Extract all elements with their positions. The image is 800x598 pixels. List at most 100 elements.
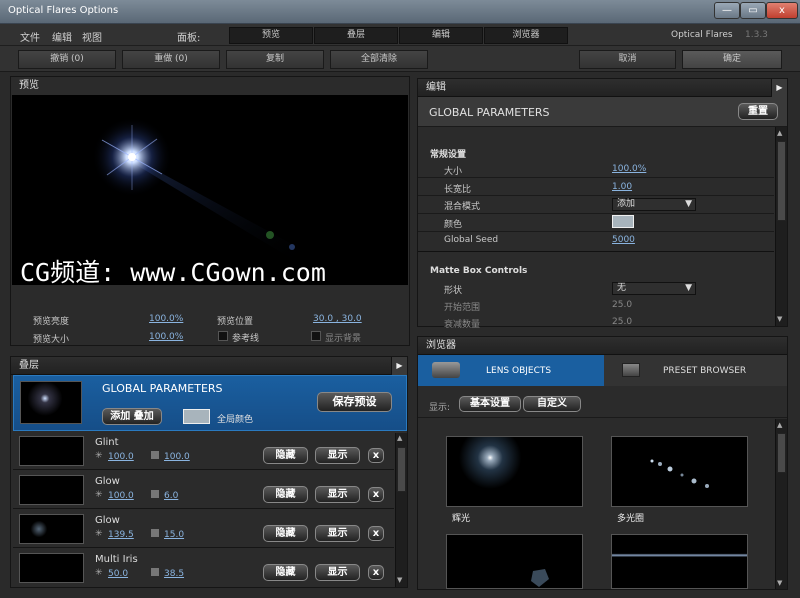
streak-preset-thumbnail[interactable]: [611, 534, 748, 589]
editor-panel: 编辑 ▶ GLOBAL PARAMETERS 重置 ▲ ▼ 常规设置 大小 100…: [417, 78, 788, 330]
menu-view[interactable]: 视图: [82, 29, 102, 44]
remove-layer-button[interactable]: x: [368, 487, 384, 502]
panel-tab-preview[interactable]: 预览: [229, 27, 313, 44]
layer-scale[interactable]: 100.0: [164, 452, 190, 462]
global-color-swatch[interactable]: [183, 409, 210, 424]
polygon-graphic: [531, 569, 549, 587]
layer-scale[interactable]: 38.5: [164, 569, 184, 579]
layer-thumbnail: [19, 475, 84, 505]
blend-toggle-button[interactable]: 添加 叠加: [102, 408, 162, 425]
show-button[interactable]: 显示: [315, 486, 360, 503]
scroll-up-icon[interactable]: ▲: [397, 434, 402, 442]
browser-scrollbar[interactable]: ▲ ▼: [775, 419, 787, 589]
panel-tab-browser[interactable]: 浏览器: [484, 27, 568, 44]
shape-label: 形状: [444, 286, 463, 296]
aspect-value[interactable]: 1.00: [612, 182, 632, 192]
global-seed-value[interactable]: 5000: [612, 235, 635, 245]
scale-icon: [151, 529, 159, 537]
basic-settings-button[interactable]: 基本设置: [459, 396, 521, 412]
chevron-down-icon: ▼: [685, 199, 692, 209]
color-swatch[interactable]: [612, 215, 634, 228]
layer-brightness[interactable]: 100.0: [108, 491, 134, 501]
save-preset-button[interactable]: 保存预设: [317, 392, 392, 412]
preview-viewport[interactable]: CG频道: www.CGown.com: [12, 95, 408, 285]
reset-button[interactable]: 重置: [738, 103, 778, 120]
reference-label: 参考线: [232, 334, 260, 344]
browser-scroll-thumb[interactable]: [777, 433, 786, 473]
cancel-button[interactable]: 取消: [579, 50, 676, 69]
display-label: 显示:: [429, 403, 451, 413]
layer-row[interactable]: Glow ✳ 139.5 15.0 隐藏 显示 x: [13, 510, 394, 548]
close-button[interactable]: x: [766, 2, 798, 19]
menu-edit[interactable]: 编辑: [52, 29, 72, 44]
copy-button[interactable]: 复制: [226, 50, 324, 69]
layer-row[interactable]: Glow ✳ 100.0 6.0 隐藏 显示 x: [13, 471, 394, 509]
remove-layer-button[interactable]: x: [368, 526, 384, 541]
redo-button[interactable]: 重做 (0): [122, 50, 220, 69]
scroll-up-icon[interactable]: ▲: [777, 129, 782, 137]
menu-file[interactable]: 文件: [20, 29, 40, 44]
panel-tab-layers[interactable]: 叠层: [314, 27, 398, 44]
hide-button[interactable]: 隐藏: [263, 447, 308, 464]
multi-iris-graphic: [650, 459, 709, 488]
scroll-down-icon[interactable]: ▼: [777, 315, 782, 323]
preset-browser-label: PRESET BROWSER: [663, 366, 747, 376]
minimize-button[interactable]: —: [714, 2, 740, 19]
editor-scroll-thumb[interactable]: [777, 141, 786, 221]
remove-layer-button[interactable]: x: [368, 448, 384, 463]
layer-brightness[interactable]: 50.0: [108, 569, 128, 579]
preview-brightness-value[interactable]: 100.0%: [149, 314, 183, 324]
preset-thumbnail[interactable]: [446, 534, 583, 589]
layer-brightness[interactable]: 100.0: [108, 452, 134, 462]
layer-scale[interactable]: 6.0: [164, 491, 178, 501]
clear-all-button[interactable]: 全部清除: [330, 50, 428, 69]
shape-select[interactable]: 无 ▼: [612, 282, 696, 295]
hide-button[interactable]: 隐藏: [263, 525, 308, 542]
layers-title: 叠层 ▶: [11, 357, 407, 375]
editor-param-title: GLOBAL PARAMETERS: [429, 106, 550, 119]
multi-iris-preset-thumbnail[interactable]: [611, 436, 748, 507]
editor-scrollbar[interactable]: ▲ ▼: [775, 127, 787, 326]
panel-tab-editor[interactable]: 编辑: [399, 27, 483, 44]
global-layer-row[interactable]: GLOBAL PARAMETERS 添加 叠加 全局颜色 保存预设: [13, 375, 407, 431]
scroll-up-icon[interactable]: ▲: [777, 421, 782, 429]
preset-browser-tab[interactable]: PRESET BROWSER: [604, 355, 787, 386]
undo-button[interactable]: 撤销 (0): [18, 50, 116, 69]
layer-scale[interactable]: 15.0: [164, 530, 184, 540]
layer-row[interactable]: Glint ✳ 100.0 100.0 隐藏 显示 x: [13, 433, 394, 470]
preview-brightness-label: 预览亮度: [33, 317, 70, 327]
panel-label: 面板:: [177, 33, 201, 44]
layer-row[interactable]: Multi Iris ✳ 50.0 38.5 隐藏 显示 x: [13, 549, 394, 587]
ok-button[interactable]: 确定: [682, 50, 782, 69]
layer-thumbnail: [19, 553, 84, 583]
scroll-down-icon[interactable]: ▼: [777, 579, 782, 587]
remove-layer-button[interactable]: x: [368, 565, 384, 580]
scale-icon: [151, 490, 159, 498]
hide-button[interactable]: 隐藏: [263, 486, 308, 503]
show-button[interactable]: 显示: [315, 447, 360, 464]
hide-button[interactable]: 隐藏: [263, 564, 308, 581]
preview-position-label: 预览位置: [217, 317, 254, 327]
preview-position-value[interactable]: 30.0 , 30.0: [313, 314, 362, 324]
show-button[interactable]: 显示: [315, 564, 360, 581]
layers-scrollbar[interactable]: ▲ ▼: [395, 433, 407, 587]
blend-mode-select[interactable]: 添加 ▼: [612, 198, 696, 211]
folder-icon: [622, 363, 640, 377]
layers-scroll-thumb[interactable]: [397, 447, 406, 492]
layer-brightness[interactable]: 139.5: [108, 530, 134, 540]
show-button[interactable]: 显示: [315, 525, 360, 542]
preview-size-value[interactable]: 100.0%: [149, 332, 183, 342]
maximize-button[interactable]: ▭: [740, 2, 766, 19]
window-title: Optical Flares Options: [8, 5, 119, 16]
lens-objects-tab[interactable]: LENS OBJECTS: [418, 355, 604, 386]
reference-checkbox[interactable]: [218, 331, 228, 341]
custom-button[interactable]: 自定义: [523, 396, 581, 412]
glow-preset-thumbnail[interactable]: [446, 436, 583, 507]
brightness-icon: ✳: [95, 451, 103, 461]
show-bg-checkbox[interactable]: [311, 331, 321, 341]
layers-panel: 叠层 ▶ GLOBAL PARAMETERS 添加 叠加 全局颜色 保存预设 ▲ …: [10, 356, 408, 588]
size-value[interactable]: 100.0%: [612, 164, 646, 174]
layers-expand-arrow-icon[interactable]: ▶: [391, 357, 407, 375]
scroll-down-icon[interactable]: ▼: [397, 576, 402, 584]
editor-expand-arrow-icon[interactable]: ▶: [771, 79, 787, 97]
